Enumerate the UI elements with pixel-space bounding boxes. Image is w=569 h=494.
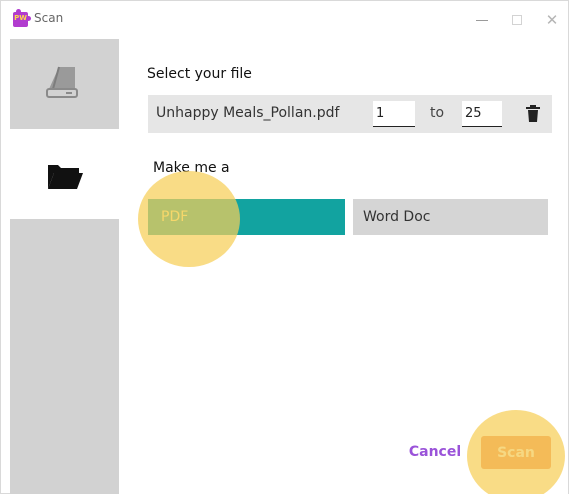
- trash-icon[interactable]: [525, 105, 541, 123]
- to-label: to: [430, 105, 445, 121]
- file-name: Unhappy Meals_Pollan.pdf: [156, 105, 340, 121]
- page-from-input[interactable]: [373, 101, 415, 127]
- scanner-icon: [46, 66, 78, 98]
- file-row: Unhappy Meals_Pollan.pdf to: [148, 95, 552, 133]
- make-me-label: Make me a: [153, 160, 230, 176]
- app-icon: PW: [13, 9, 31, 27]
- sidebar-item-scan[interactable]: [10, 39, 119, 129]
- folder-icon: [48, 165, 83, 189]
- scan-button[interactable]: Scan: [481, 436, 551, 469]
- word-doc-option-button[interactable]: Word Doc: [353, 199, 548, 235]
- sidebar: [10, 39, 119, 494]
- main-panel: Select your file Unhappy Meals_Pollan.pd…: [119, 39, 568, 494]
- app-icon-text: PW: [14, 14, 27, 22]
- app-window: PW Scan ✕ Select your file Unhappy Meals…: [0, 0, 569, 494]
- sidebar-item-files[interactable]: [10, 129, 119, 219]
- pdf-option-button[interactable]: PDF: [148, 199, 345, 235]
- minimize-icon[interactable]: [471, 9, 493, 31]
- window-title: Scan: [34, 11, 64, 25]
- select-file-label: Select your file: [147, 66, 252, 82]
- close-icon[interactable]: ✕: [541, 9, 563, 31]
- cancel-button[interactable]: Cancel: [400, 437, 470, 467]
- title-bar[interactable]: PW Scan ✕: [1, 1, 568, 39]
- maximize-icon[interactable]: [506, 9, 528, 31]
- page-to-input[interactable]: [462, 101, 502, 127]
